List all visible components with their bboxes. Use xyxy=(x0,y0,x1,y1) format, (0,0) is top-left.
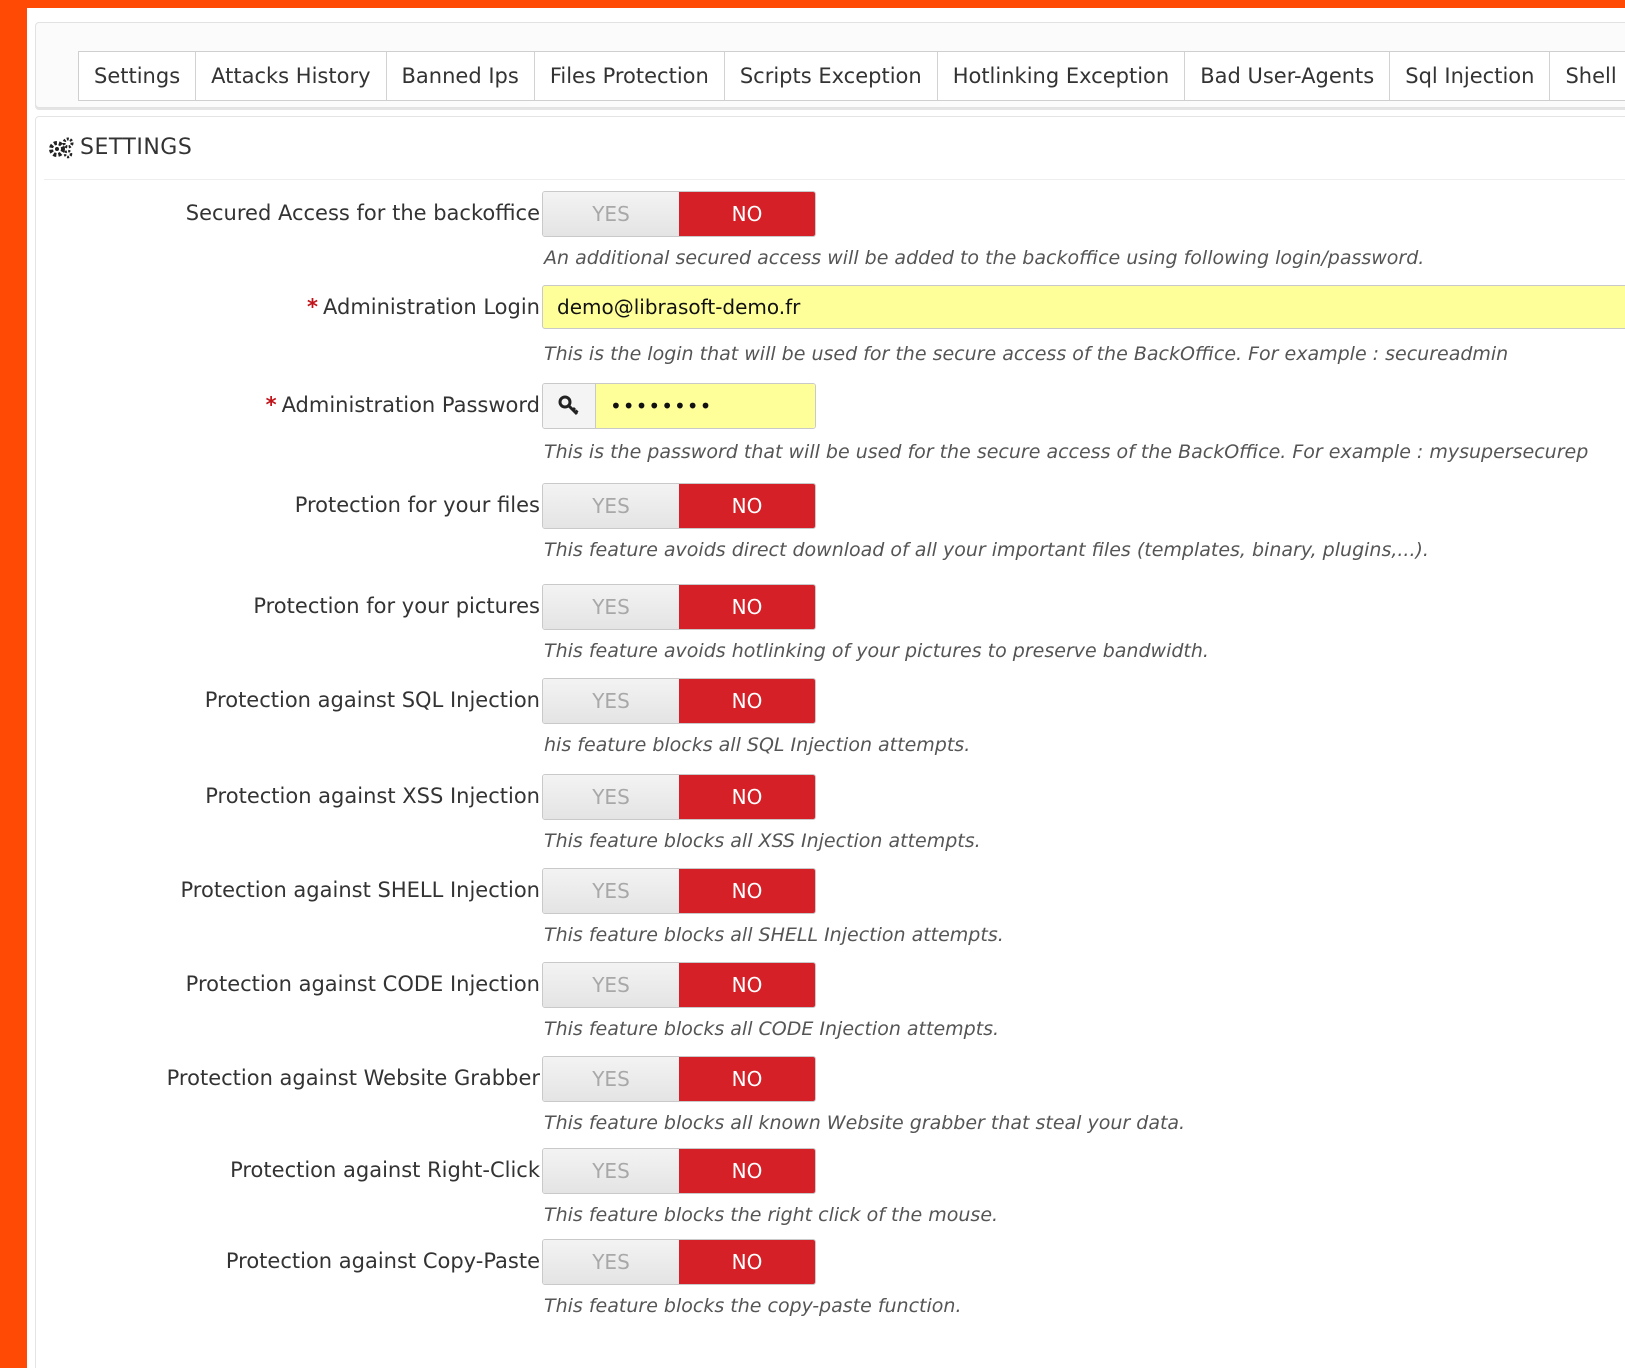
tab-files-protection[interactable]: Files Protection xyxy=(535,52,725,100)
admin-login-label: Administration Login xyxy=(323,295,540,319)
divider xyxy=(44,179,1625,180)
secured-access-switch[interactable]: YES NO xyxy=(542,191,816,237)
help-text: his feature blocks all SQL Injection att… xyxy=(544,734,971,756)
website-grabber-switch[interactable]: YES NO xyxy=(542,1056,816,1102)
code-injection-switch[interactable]: YES NO xyxy=(542,962,816,1008)
switch-yes-option[interactable]: YES xyxy=(543,585,679,629)
tabs-panel: Settings Attacks History Banned Ips File… xyxy=(35,22,1625,108)
setting-label: * Administration Password xyxy=(60,393,540,417)
admin-login-input[interactable]: demo@librasoft-demo.fr xyxy=(542,285,1625,329)
switch-no-option[interactable]: NO xyxy=(679,679,815,723)
switch-no-option[interactable]: NO xyxy=(679,1240,815,1284)
help-text: This feature blocks all SHELL Injection … xyxy=(544,924,1004,946)
switch-no-option[interactable]: NO xyxy=(679,869,815,913)
xss-injection-switch[interactable]: YES NO xyxy=(542,774,816,820)
switch-yes-option[interactable]: YES xyxy=(543,963,679,1007)
admin-password-group: •••••••• xyxy=(542,383,816,429)
tab-bad-user-agents[interactable]: Bad User-Agents xyxy=(1185,52,1391,100)
setting-label: Protection against Right-Click xyxy=(230,1158,540,1182)
tab-banned-ips[interactable]: Banned Ips xyxy=(387,52,535,100)
help-text: This feature blocks all CODE Injection a… xyxy=(544,1018,1000,1040)
key-icon xyxy=(543,384,596,428)
cogs-icon xyxy=(49,137,74,158)
pictures-protection-switch[interactable]: YES NO xyxy=(542,584,816,630)
switch-yes-option[interactable]: YES xyxy=(543,775,679,819)
setting-label: Protection against Copy-Paste xyxy=(225,1249,540,1273)
help-text: An additional secured access will be add… xyxy=(544,247,1425,269)
admin-password-input[interactable]: •••••••• xyxy=(596,384,815,428)
switch-yes-option[interactable]: YES xyxy=(543,1057,679,1101)
files-protection-switch[interactable]: YES NO xyxy=(542,483,816,529)
switch-no-option[interactable]: NO xyxy=(679,585,815,629)
right-click-switch[interactable]: YES NO xyxy=(542,1148,816,1194)
switch-yes-option[interactable]: YES xyxy=(543,192,679,236)
setting-label: * Administration Login xyxy=(60,295,540,319)
switch-no-option[interactable]: NO xyxy=(679,192,815,236)
setting-label: Protection for your pictures xyxy=(253,594,540,618)
help-text: This feature blocks the right click of t… xyxy=(544,1204,999,1226)
setting-label: Protection against CODE Injection xyxy=(185,972,540,996)
setting-label: Protection against Website Grabber xyxy=(166,1066,540,1090)
switch-no-option[interactable]: NO xyxy=(679,1149,815,1193)
switch-yes-option[interactable]: YES xyxy=(543,1240,679,1284)
switch-yes-option[interactable]: YES xyxy=(543,869,679,913)
module-config-page: Settings Attacks History Banned Ips File… xyxy=(27,8,1625,1368)
copy-paste-switch[interactable]: YES NO xyxy=(542,1239,816,1285)
switch-yes-option[interactable]: YES xyxy=(543,1149,679,1193)
switch-no-option[interactable]: NO xyxy=(679,775,815,819)
required-mark: * xyxy=(307,295,318,319)
switch-yes-option[interactable]: YES xyxy=(543,679,679,723)
help-text: This feature blocks all known Website gr… xyxy=(544,1112,1186,1134)
panel-heading: SETTINGS xyxy=(48,135,192,160)
tab-attacks-history[interactable]: Attacks History xyxy=(196,52,387,100)
admin-password-label: Administration Password xyxy=(281,393,540,417)
help-text: This feature avoids hotlinking of your p… xyxy=(544,640,1209,662)
tab-hotlinking-exception[interactable]: Hotlinking Exception xyxy=(938,52,1186,100)
switch-yes-option[interactable]: YES xyxy=(543,484,679,528)
setting-label: Protection against SHELL Injection xyxy=(180,878,540,902)
switch-no-option[interactable]: NO xyxy=(679,1057,815,1101)
shell-injection-switch[interactable]: YES NO xyxy=(542,868,816,914)
help-text: This feature blocks the copy-paste funct… xyxy=(544,1295,962,1317)
required-mark: * xyxy=(265,393,277,417)
help-text: This feature avoids direct download of a… xyxy=(544,539,1429,561)
switch-no-option[interactable]: NO xyxy=(679,484,815,528)
panel-title: SETTINGS xyxy=(80,135,193,160)
tab-shell-injection[interactable]: Shell Injection xyxy=(1550,52,1625,100)
tab-settings[interactable]: Settings xyxy=(79,52,197,100)
tab-scripts-exception[interactable]: Scripts Exception xyxy=(725,52,938,100)
sql-injection-switch[interactable]: YES NO xyxy=(542,678,816,724)
tab-bar: Settings Attacks History Banned Ips File… xyxy=(78,51,1625,101)
settings-panel: SETTINGS Secured Access for the backoffi… xyxy=(35,116,1625,1368)
setting-label: Protection against XSS Injection xyxy=(205,784,540,808)
setting-label: Protection against SQL Injection xyxy=(204,688,540,712)
help-text: This is the password that will be used f… xyxy=(544,441,1589,463)
setting-label: Secured Access for the backoffice xyxy=(185,201,540,225)
tab-sql-injection[interactable]: Sql Injection xyxy=(1390,52,1551,100)
setting-label: Protection for your files xyxy=(294,493,540,517)
help-text: This is the login that will be used for … xyxy=(544,343,1509,365)
help-text: This feature blocks all XSS Injection at… xyxy=(544,830,981,852)
switch-no-option[interactable]: NO xyxy=(679,963,815,1007)
